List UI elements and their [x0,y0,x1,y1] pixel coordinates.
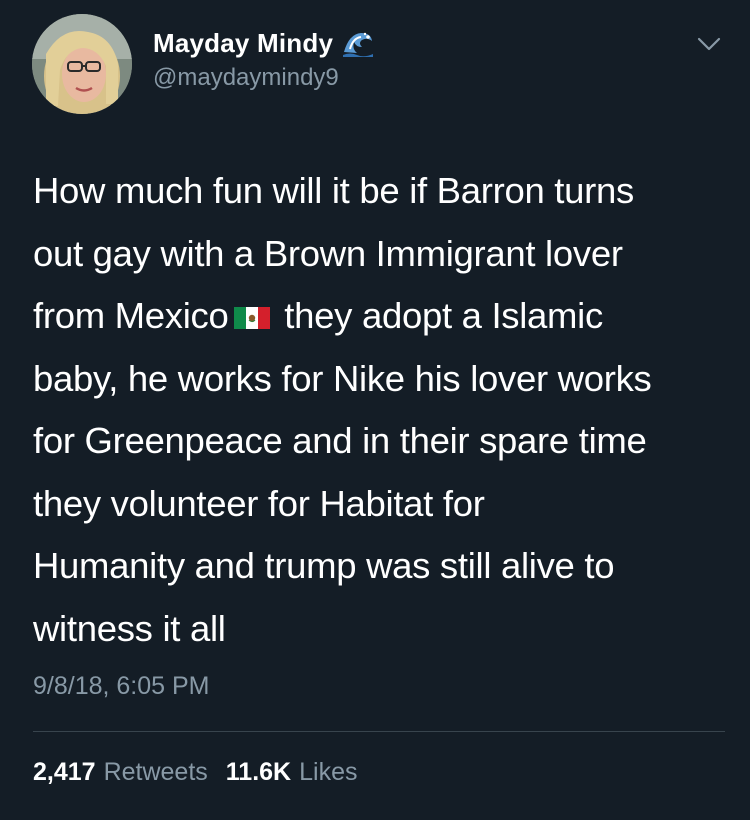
user-handle[interactable]: @maydaymindy9 [153,64,339,92]
name-row: Mayday Mindy [153,26,375,60]
retweets-count: 2,417 [33,758,96,786]
chevron-down-icon[interactable] [696,34,722,54]
tweet-stats: 2,417 Retweets 11.6K Likes [33,758,358,787]
display-name[interactable]: Mayday Mindy [153,28,333,59]
tweet-text: How much fun will it be if Barron turns … [33,160,733,660]
mexico-flag-icon [234,287,271,329]
tweet-line: they volunteer for Habitat for [33,482,485,524]
tweet-line: witness it all [33,607,226,649]
tweet-line: out gay with a Brown Immigrant lover [33,232,623,274]
avatar-image [32,14,132,114]
likes-label: Likes [299,758,358,786]
tweet-line: for Greenpeace and in their spare time [33,420,647,461]
retweets-label: Retweets [103,758,208,786]
tweet-line: baby, he works for Nike his lover works [33,357,652,399]
tweet-line: How much fun will it be if Barron turns [33,170,634,211]
likes-stat[interactable]: 11.6K Likes [226,758,358,787]
tweet-line: from Mexico they adopt a Islamic [33,285,733,348]
wave-icon [341,28,375,58]
avatar[interactable] [32,14,132,114]
tweet-card: Mayday Mindy @maydaymindy9 How much fun … [0,0,750,820]
likes-count: 11.6K [225,758,292,786]
tweet-timestamp[interactable]: 9/8/18, 6:05 PM [33,672,210,701]
tweet-line: Humanity and trump was still alive to [33,545,615,586]
tweet-line-part: they adopt a Islamic [274,295,603,336]
tweet-line-part: from Mexico [33,295,229,336]
retweets-stat[interactable]: 2,417 Retweets [33,758,208,787]
divider [33,731,725,732]
